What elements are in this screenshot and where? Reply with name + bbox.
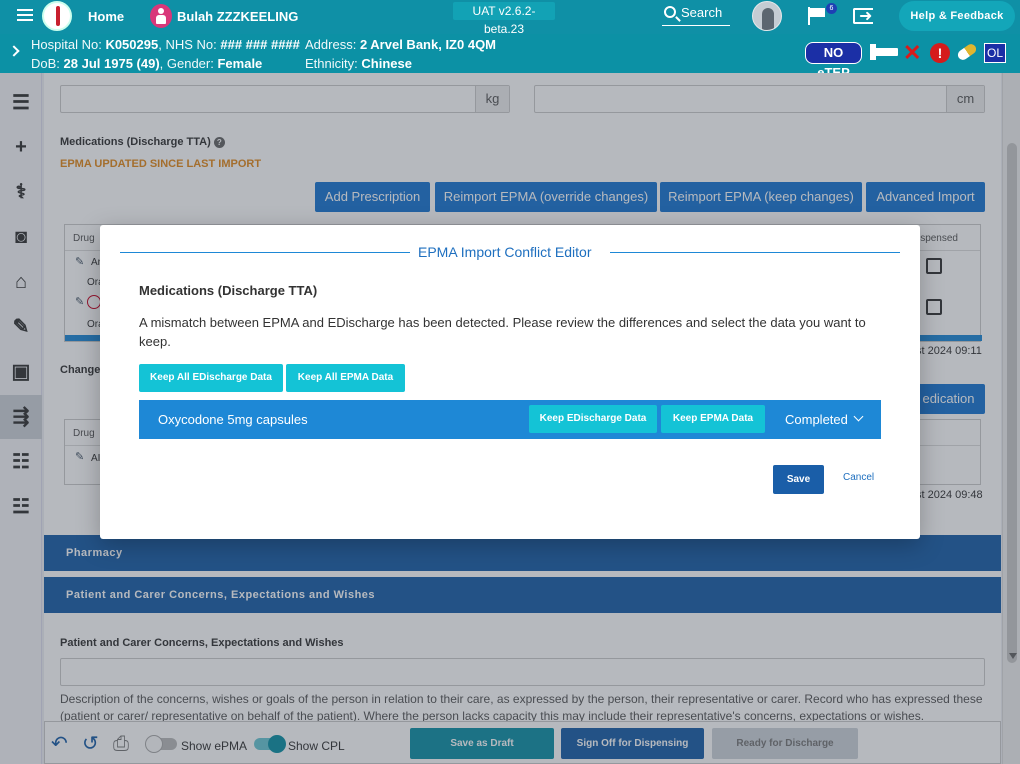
hospital-number: K050295 — [105, 37, 159, 52]
user-avatar[interactable] — [752, 1, 782, 31]
menu-icon[interactable] — [17, 9, 33, 23]
chevron-right-icon[interactable] — [8, 45, 20, 57]
banner-line-demographics: DoB: 28 Jul 1975 (49), Gender: Female — [31, 56, 263, 71]
dialog-title: EPMA Import Conflict Editor — [418, 244, 592, 260]
search-label: Search — [681, 5, 723, 20]
search-icon — [664, 6, 676, 18]
logout-icon[interactable] — [853, 6, 873, 26]
flag-icon[interactable] — [808, 7, 828, 25]
address-value: 2 Arvel Bank, IZ0 4QM — [359, 37, 497, 52]
patient-female-icon — [150, 4, 172, 28]
title-rule-right — [610, 252, 900, 253]
patient-name[interactable]: Bulah ZZZKEELING — [177, 9, 298, 24]
gender: Female — [217, 56, 263, 71]
close-red-icon[interactable]: ✕ — [903, 42, 921, 64]
ol-badge[interactable]: OL — [984, 43, 1006, 63]
home-link[interactable]: Home — [88, 9, 124, 24]
title-rule-left — [120, 252, 410, 253]
banner-ethnicity: Ethnicity: Chinese — [305, 56, 412, 71]
version-badge: UAT v2.6.2-beta.23 — [453, 2, 555, 36]
dialog-subtitle: Medications (Discharge TTA) — [139, 283, 318, 298]
ethnicity-value: Chinese — [361, 56, 412, 71]
keep-edischarge-button[interactable]: Keep EDischarge Data — [529, 405, 657, 433]
cancel-button[interactable]: Cancel — [843, 472, 874, 483]
top-navigation-bar: Home Bulah ZZZKEELING UAT v2.6.2-beta.23… — [0, 0, 1020, 36]
keep-epma-button[interactable]: Keep EPMA Data — [661, 405, 765, 433]
banner-address: Address: 2 Arvel Bank, IZ0 4QM — [305, 37, 497, 52]
banner-line-ids: Hospital No: K050295, NHS No: ### ### ##… — [31, 37, 300, 52]
help-feedback-button[interactable]: Help & Feedback — [899, 1, 1015, 31]
search-box[interactable]: Search — [662, 4, 730, 26]
no-etep-badge[interactable]: NO eTEP — [805, 42, 862, 80]
keep-all-edischarge-button[interactable]: Keep All EDischarge Data — [139, 364, 283, 392]
notification-count-badge: 6 — [826, 3, 837, 14]
patient-banner: Hospital No: K050295, NHS No: ### ### ##… — [0, 34, 1020, 80]
app-logo — [42, 1, 72, 31]
date-of-birth: 28 Jul 1975 (49) — [63, 56, 160, 71]
keep-all-epma-button[interactable]: Keep All EPMA Data — [286, 364, 405, 392]
save-button[interactable]: Save — [773, 465, 824, 494]
conflict-status: Completed — [785, 412, 848, 427]
epma-conflict-dialog: EPMA Import Conflict Editor Medications … — [100, 225, 920, 539]
nhs-number: ### ### #### — [220, 37, 300, 52]
medication-conflict-row[interactable]: Oxycodone 5mg capsules Keep EDischarge D… — [139, 400, 881, 439]
alert-icon[interactable]: ! — [930, 43, 950, 63]
medication-name: Oxycodone 5mg capsules — [158, 412, 308, 427]
pill-icon[interactable] — [955, 42, 979, 62]
chevron-down-icon[interactable] — [853, 411, 864, 422]
dialog-message: A mismatch between EPMA and EDischarge h… — [139, 315, 866, 349]
bed-icon[interactable] — [870, 44, 898, 60]
